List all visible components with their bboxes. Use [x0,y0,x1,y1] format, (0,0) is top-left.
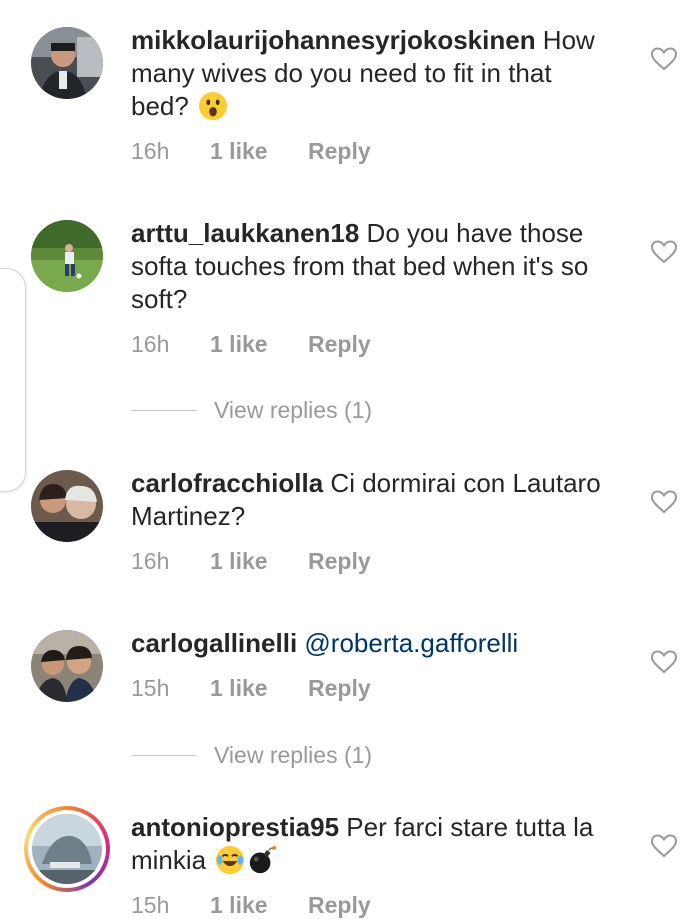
avatar [32,814,102,884]
avatar[interactable] [31,27,103,99]
likes-count[interactable]: 1 like [210,892,308,919]
likes-count[interactable]: 1 like [210,331,308,358]
comment-username[interactable]: antonioprestia95 [131,812,339,842]
likes-count[interactable]: 1 like [210,675,308,702]
comment-meta: 16h 1 like Reply [131,138,371,165]
comment-text: carlofracchiolla Ci dormirai con Lautaro… [131,467,601,533]
comment-time: 16h [131,331,170,357]
avatar[interactable] [31,470,103,542]
avatar-photo [31,470,103,542]
replies-divider [131,409,197,411]
comment-time: 15h [131,892,170,918]
avatar-photo [31,220,103,292]
astonished-face-emoji [199,91,228,121]
laughing-tears-emoji [216,845,245,875]
comment-time: 16h [131,138,170,164]
likes-count[interactable]: 1 like [210,548,308,575]
comment-meta: 15h 1 like Reply [131,675,371,702]
avatar-photo [31,27,103,99]
replies-divider [131,754,197,756]
avatar-photo [32,814,102,884]
comment-text: antonioprestia95 Per farci stare tutta l… [131,811,601,877]
comment-meta: 15h 1 like Reply [131,892,371,919]
comment-text: mikkolaurijohannesyrjokoskinen How many … [131,24,601,123]
view-replies-label[interactable]: View replies (1) [214,742,372,769]
comment-meta: 16h 1 like Reply [131,548,371,575]
avatar-photo [31,630,103,702]
comment-text: arttu_laukkanen18 Do you have those soft… [131,217,601,316]
comment-username[interactable]: carlofracchiolla [131,468,323,498]
like-heart-icon[interactable] [651,834,677,858]
comment-time: 16h [131,548,170,574]
view-replies-button[interactable]: View replies (1) [131,395,372,425]
like-heart-icon[interactable] [651,650,677,674]
comment-username[interactable]: carlogallinelli [131,628,297,658]
comment-time: 15h [131,675,170,701]
comment-username[interactable]: arttu_laukkanen18 [131,218,359,248]
mention-link[interactable]: @roberta.gafforelli [304,628,518,658]
comment-text: carlogallinelli @roberta.gafforelli [131,627,601,660]
like-heart-icon[interactable] [651,47,677,71]
avatar[interactable] [31,220,103,292]
reply-button[interactable]: Reply [308,331,371,358]
view-replies-label[interactable]: View replies (1) [214,397,372,424]
like-heart-icon[interactable] [651,490,677,514]
reply-button[interactable]: Reply [308,675,371,702]
avatar[interactable] [31,630,103,702]
reply-button[interactable]: Reply [308,892,371,919]
view-replies-button[interactable]: View replies (1) [131,740,372,770]
comment-username[interactable]: mikkolaurijohannesyrjokoskinen [131,25,536,55]
reply-button[interactable]: Reply [308,138,371,165]
side-drawer-handle[interactable] [0,268,26,492]
avatar-with-story-ring[interactable] [24,806,110,892]
like-heart-icon[interactable] [651,240,677,264]
likes-count[interactable]: 1 like [210,138,308,165]
comment-meta: 16h 1 like Reply [131,331,371,358]
reply-button[interactable]: Reply [308,548,371,575]
bomb-emoji [250,845,277,874]
